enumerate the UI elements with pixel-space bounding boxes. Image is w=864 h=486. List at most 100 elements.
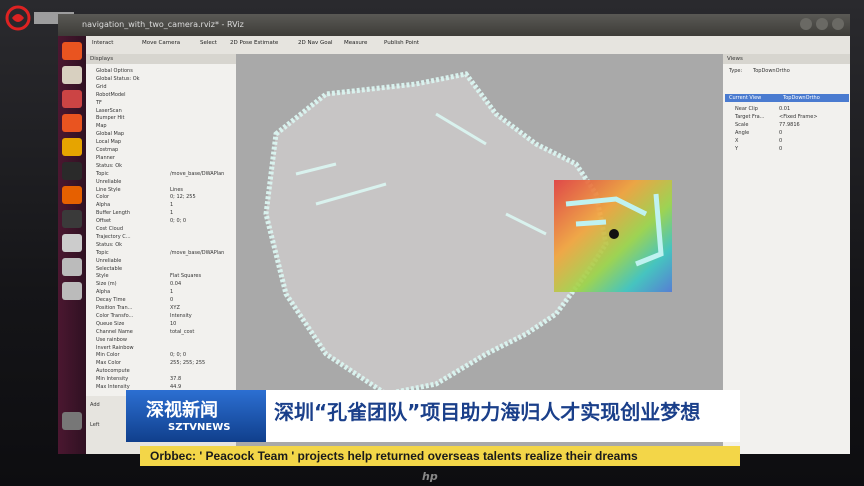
display-row-label[interactable]: Costmap bbox=[96, 147, 118, 153]
view-prop-value[interactable]: 0 bbox=[779, 130, 782, 136]
disk-icon[interactable] bbox=[62, 282, 82, 300]
view-prop-value[interactable]: 77.9816 bbox=[779, 122, 800, 128]
display-row-value[interactable]: total_cost bbox=[170, 329, 194, 335]
display-row-label[interactable]: Map bbox=[96, 123, 107, 129]
settings-icon[interactable] bbox=[62, 138, 82, 156]
display-row-label[interactable]: Alpha bbox=[96, 289, 110, 295]
display-row-label[interactable]: Local Map bbox=[96, 139, 121, 145]
interact-tool[interactable]: Interact bbox=[92, 40, 113, 46]
display-row-value[interactable]: Flat Squares bbox=[170, 273, 201, 279]
display-row-label[interactable]: Min Intensity bbox=[96, 376, 128, 382]
display-row-value[interactable]: 255; 255; 255 bbox=[170, 360, 205, 366]
publish-point-tool[interactable]: Publish Point bbox=[384, 40, 419, 46]
view-prop-label: Angle bbox=[735, 130, 750, 136]
display-row-value[interactable]: 10 bbox=[170, 321, 176, 327]
display-row-value[interactable]: 0.04 bbox=[170, 281, 181, 287]
display-row-label[interactable]: Trajectory C... bbox=[96, 234, 131, 240]
display-row-label[interactable]: RobotModel bbox=[96, 92, 126, 98]
display-row-label[interactable]: Invert Rainbow bbox=[96, 345, 134, 351]
display-row-value[interactable]: Lines bbox=[170, 187, 183, 193]
minimize-button[interactable] bbox=[800, 18, 812, 30]
display-row-label[interactable]: Status: Ok bbox=[96, 163, 122, 169]
chrome-icon[interactable] bbox=[62, 66, 82, 84]
display-row-value[interactable]: 0; 0; 0 bbox=[170, 352, 186, 358]
display-row-label[interactable]: TF bbox=[96, 100, 102, 106]
display-row-label[interactable]: Style bbox=[96, 273, 109, 279]
view-prop-value[interactable]: <Fixed Frame> bbox=[779, 114, 818, 120]
display-row-label[interactable]: Bumper Hit bbox=[96, 115, 124, 121]
display-row-label[interactable]: Cost Cloud bbox=[96, 226, 123, 232]
display-row-value[interactable]: Intensity bbox=[170, 313, 192, 319]
firefox-icon[interactable] bbox=[62, 186, 82, 204]
display-row-value[interactable]: 0; 12; 255 bbox=[170, 194, 196, 200]
display-row-label[interactable]: Global Options bbox=[96, 68, 133, 74]
views-panel: Views Type: TopDownOrtho Current View To… bbox=[722, 54, 850, 454]
headline: 深圳“孔雀团队”项目助力海归人才实现创业梦想 bbox=[274, 400, 701, 424]
display-row-label[interactable]: Autocompute bbox=[96, 368, 130, 374]
add-button[interactable]: Add bbox=[90, 402, 100, 408]
display-row-label[interactable]: Unreliable bbox=[96, 179, 121, 185]
view-prop-value[interactable]: 0 bbox=[779, 146, 782, 152]
display-row-label[interactable]: Grid bbox=[96, 84, 107, 90]
view-prop-label: X bbox=[735, 138, 739, 144]
display-row-label[interactable]: Topic bbox=[96, 171, 109, 177]
display-row-label[interactable]: Queue Size bbox=[96, 321, 124, 327]
display-row-value[interactable]: /move_base/DWAPlan bbox=[170, 171, 224, 177]
window-titlebar: navigation_with_two_camera.rviz* - RViz bbox=[58, 14, 850, 36]
display-row-value[interactable]: /move_base/DWAPlan bbox=[170, 250, 224, 256]
display-row-label[interactable]: Alpha bbox=[96, 202, 110, 208]
nav-goal-tool[interactable]: 2D Nav Goal bbox=[298, 40, 333, 46]
display-row-label[interactable]: Buffer Length bbox=[96, 210, 130, 216]
display-row-label[interactable]: Topic bbox=[96, 250, 109, 256]
dash-icon[interactable] bbox=[62, 42, 82, 60]
pose-estimate-tool[interactable]: 2D Pose Estimate bbox=[230, 40, 278, 46]
display-row-label[interactable]: Size (m) bbox=[96, 281, 117, 287]
move-camera-tool[interactable]: Move Camera bbox=[142, 40, 180, 46]
view-prop-value[interactable]: 0 bbox=[779, 138, 782, 144]
display-row-label[interactable]: Global Status: Ok bbox=[96, 76, 140, 82]
display-row-value[interactable]: 0 bbox=[170, 297, 173, 303]
channel-name-en: SZTVNEWS bbox=[168, 422, 231, 433]
trash-icon[interactable] bbox=[62, 412, 82, 430]
rviz-toolbar: Interact Move Camera Select 2D Pose Esti… bbox=[86, 36, 850, 55]
display-row-value[interactable]: 0; 0; 0 bbox=[170, 218, 186, 224]
display-row-label[interactable]: Selectable bbox=[96, 266, 122, 272]
view-prop-value[interactable]: 0.01 bbox=[779, 106, 790, 112]
current-view-label: Current View bbox=[729, 95, 762, 101]
display-row-label[interactable]: Channel Name bbox=[96, 329, 133, 335]
display-row-value[interactable]: XYZ bbox=[170, 305, 180, 311]
displays-panel-title: Displays bbox=[86, 54, 236, 64]
display-row-value[interactable]: 1 bbox=[170, 202, 173, 208]
display-row-label[interactable]: LaserScan bbox=[96, 108, 122, 114]
display-row-label[interactable]: Decay Time bbox=[96, 297, 126, 303]
display-row-label[interactable]: Max Color bbox=[96, 360, 121, 366]
subtitle-bar: Orbbec: ' Peacock Team ' projects help r… bbox=[140, 446, 740, 466]
maximize-button[interactable] bbox=[816, 18, 828, 30]
view-type-select[interactable]: TopDownOrtho bbox=[753, 68, 790, 74]
display-row-label[interactable]: Status: Ok bbox=[96, 242, 122, 248]
display-row-label[interactable]: Offset bbox=[96, 218, 111, 224]
display-row-label[interactable]: Position Tran... bbox=[96, 305, 132, 311]
display-row-value[interactable]: 1 bbox=[170, 210, 173, 216]
files-icon[interactable] bbox=[62, 90, 82, 108]
display-row-label[interactable]: Global Map bbox=[96, 131, 124, 137]
display-row-value[interactable]: 1 bbox=[170, 289, 173, 295]
display-row-label[interactable]: Color bbox=[96, 194, 109, 200]
measure-tool[interactable]: Measure bbox=[344, 40, 367, 46]
display-row-label[interactable]: Planner bbox=[96, 155, 115, 161]
display-row-label[interactable]: Unreliable bbox=[96, 258, 121, 264]
terminal-icon[interactable] bbox=[62, 162, 82, 180]
close-button[interactable] bbox=[832, 18, 844, 30]
display-row-label[interactable]: Color Transfo... bbox=[96, 313, 133, 319]
display-row-label[interactable]: Max Intensity bbox=[96, 384, 130, 390]
disk-icon[interactable] bbox=[62, 234, 82, 252]
software-center-icon[interactable] bbox=[62, 114, 82, 132]
display-row-label[interactable]: Line Style bbox=[96, 187, 121, 193]
display-row-label[interactable]: Use rainbow bbox=[96, 337, 127, 343]
display-row-label[interactable]: Min Color bbox=[96, 352, 120, 358]
select-tool[interactable]: Select bbox=[200, 40, 217, 46]
display-row-value[interactable]: 37.8 bbox=[170, 376, 181, 382]
left-label: Left bbox=[90, 422, 100, 428]
rviz-icon[interactable] bbox=[62, 210, 82, 228]
disk-icon[interactable] bbox=[62, 258, 82, 276]
